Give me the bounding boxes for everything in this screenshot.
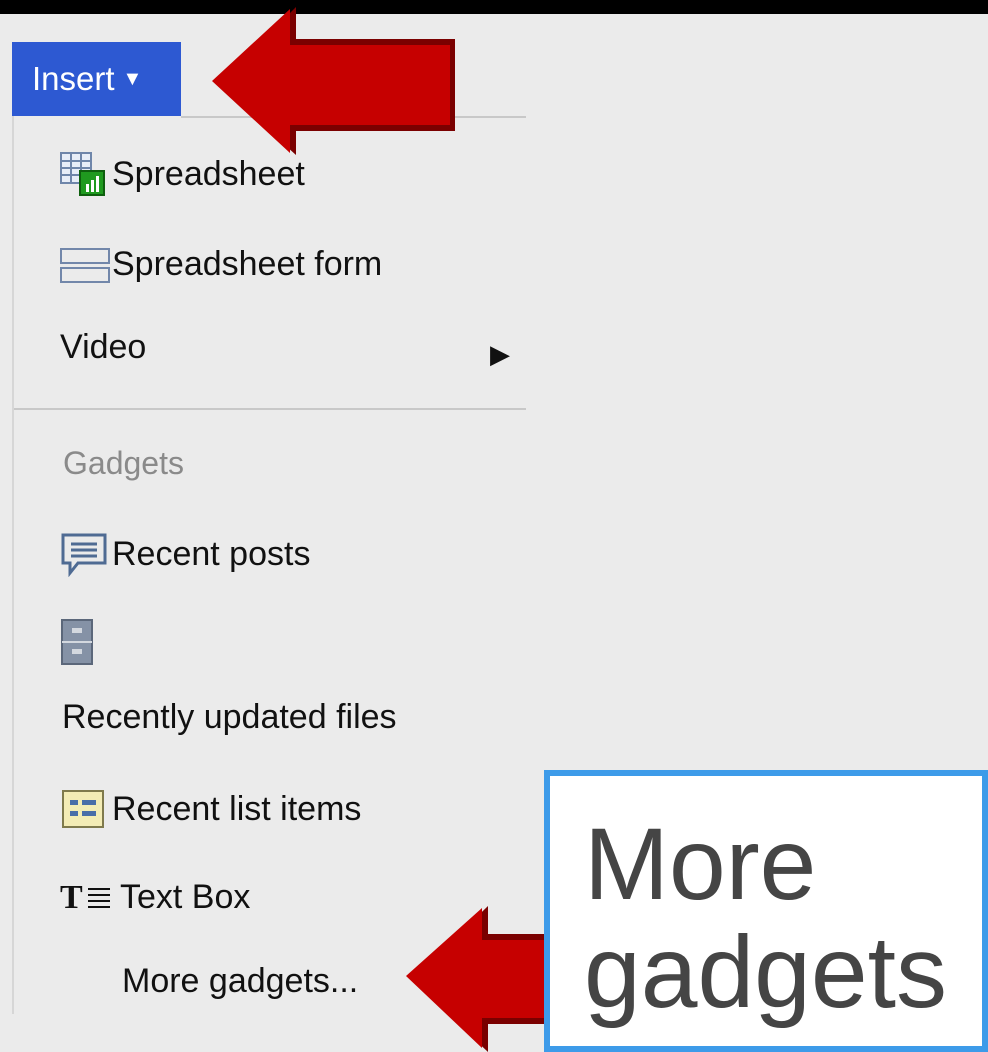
text-box-icon: T [60, 873, 120, 921]
file-cabinet-icon [60, 618, 112, 666]
menu-item-label: Text Box [120, 877, 251, 916]
menu-separator [14, 408, 526, 410]
menu-item-label: Video [60, 328, 147, 366]
insert-label: Insert [32, 60, 115, 97]
recent-posts-icon [60, 530, 112, 578]
chevron-down-icon: ▼ [122, 67, 143, 90]
menu-item-video[interactable]: Video [60, 328, 146, 367]
menu-item-more-gadgets[interactable]: More gadgets... [122, 962, 358, 1001]
svg-text:T: T [60, 879, 83, 916]
red-arrow-annotation-more-gadgets [406, 906, 548, 1052]
menu-item-recent-posts[interactable]: Recent posts [60, 530, 310, 578]
menu-item-recently-updated-files[interactable]: Recently updated files [62, 698, 397, 737]
insert-menu-button[interactable]: Insert ▼ [12, 42, 181, 116]
callout-box: More gadgets [544, 770, 988, 1052]
menu-item-label: Spreadsheet form [112, 244, 383, 283]
top-bar [0, 0, 988, 14]
spreadsheet-form-icon [60, 240, 112, 288]
callout-line-1: More [584, 807, 817, 921]
menu-item-spreadsheet[interactable]: Spreadsheet [60, 150, 305, 198]
menu-item-label: More gadgets... [122, 962, 359, 1000]
menu-item-label: Recently updated files [62, 698, 397, 736]
menu-item-spreadsheet-form[interactable]: Spreadsheet form [60, 240, 382, 288]
callout-line-2: gadgets [584, 915, 947, 1029]
gadgets-section-header: Gadgets [63, 445, 184, 481]
spreadsheet-icon [60, 150, 112, 198]
list-items-icon [60, 785, 112, 833]
menu-left-border [12, 116, 14, 1014]
submenu-arrow-icon: ▶ [490, 339, 510, 369]
menu-item-label: Spreadsheet [112, 154, 305, 193]
menu-item-label: Recent posts [112, 534, 311, 573]
menu-item-recent-list-items[interactable]: Recent list items [60, 785, 361, 833]
red-arrow-annotation-insert [212, 7, 455, 155]
menu-item-text-box[interactable]: T Text Box [60, 873, 250, 921]
menu-item-file-cabinet[interactable] [60, 618, 112, 666]
menu-item-label: Recent list items [112, 789, 362, 828]
